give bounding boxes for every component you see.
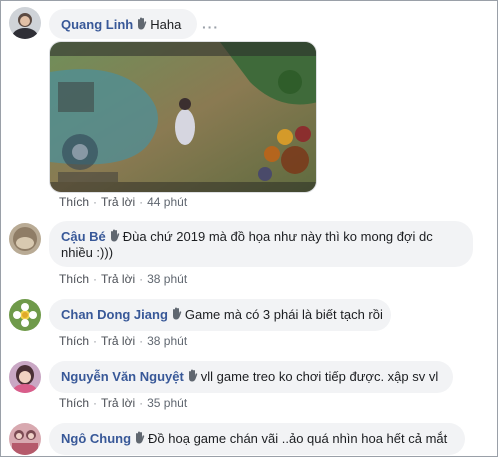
avatar[interactable] <box>9 423 41 455</box>
comment-text: Haha <box>150 17 182 32</box>
separator: · <box>139 334 144 348</box>
timestamp[interactable]: 38 phút <box>147 272 187 286</box>
comment-actions: Thích · Trả lời · 44 phút <box>59 195 187 209</box>
wave-hand-icon <box>171 307 182 320</box>
separator: · <box>139 272 144 286</box>
more-options-icon[interactable]: ··· <box>202 19 219 35</box>
like-link[interactable]: Thích <box>59 272 89 286</box>
avatar[interactable] <box>9 361 41 393</box>
like-link[interactable]: Thích <box>59 195 89 209</box>
comment-actions: Thích · Trả lời · 38 phút <box>59 334 187 348</box>
commenter-name[interactable]: Ngô Chung <box>61 431 131 446</box>
comment-chan-dong-jiang: Chan Dong Jiang Game mà có 3 phái là biết… <box>9 299 493 354</box>
wave-hand-icon <box>109 229 120 242</box>
separator: · <box>139 396 144 410</box>
commenter-name[interactable]: Cậu Bé <box>61 229 106 244</box>
avatar[interactable] <box>9 7 41 39</box>
reply-link[interactable]: Trả lời <box>101 334 135 348</box>
commenter-name[interactable]: Chan Dong Jiang <box>61 307 168 322</box>
comment-cau-be: Cậu Bé Đùa chứ 2019 mà đồ họa như này thì… <box>9 221 493 291</box>
reply-link[interactable]: Trả lời <box>101 272 135 286</box>
separator: · <box>93 195 98 209</box>
avatar[interactable] <box>9 223 41 255</box>
commenter-name[interactable]: Quang Linh <box>61 17 133 32</box>
comment-quang-linh: Quang Linh Haha ··· Thích · Trả lời · 44… <box>9 7 493 209</box>
comment-bubble: Chan Dong Jiang Game mà có 3 phái là biết… <box>49 299 391 331</box>
separator: · <box>93 334 98 348</box>
comment-text-continued: nhiều :))) <box>61 245 114 260</box>
comment-text: Đùa chứ 2019 mà đồ họa như này thì ko mo… <box>122 229 433 244</box>
comment-bubble: Cậu Bé Đùa chứ 2019 mà đồ họa như này thì… <box>49 221 473 267</box>
separator: · <box>139 195 144 209</box>
comment-text: Game mà có 3 phái là biết tạch rồi <box>184 307 383 322</box>
wave-hand-icon <box>136 17 147 30</box>
timestamp[interactable]: 38 phút <box>147 334 187 348</box>
comment-actions: Thích · Trả lời · 38 phút <box>59 272 187 286</box>
reply-link[interactable]: Trả lời <box>101 396 135 410</box>
comment-nguyen-van-nguyet: Nguyễn Văn Nguyệt vll game treo ko chơi t… <box>9 361 493 416</box>
wave-hand-icon <box>134 431 145 444</box>
game-screenshot-image[interactable] <box>49 41 317 193</box>
timestamp[interactable]: 35 phút <box>147 396 187 410</box>
comment-bubble: Nguyễn Văn Nguyệt vll game treo ko chơi t… <box>49 361 453 393</box>
wave-hand-icon <box>187 369 198 382</box>
comment-text: vll game treo ko chơi tiếp được. xập sv … <box>200 369 439 384</box>
avatar[interactable] <box>9 299 41 331</box>
like-link[interactable]: Thích <box>59 396 89 410</box>
separator: · <box>93 396 98 410</box>
comment-ngo-chung: Ngô Chung Đồ hoạ game chán vãi ..ảo quá n… <box>9 423 493 457</box>
comment-bubble: Ngô Chung Đồ hoạ game chán vãi ..ảo quá n… <box>49 423 465 455</box>
comment-bubble: Quang Linh Haha <box>49 9 197 39</box>
comment-text: Đồ hoạ game chán vãi ..ảo quá nhìn hoa h… <box>148 431 448 446</box>
commenter-name[interactable]: Nguyễn Văn Nguyệt <box>61 369 184 384</box>
like-link[interactable]: Thích <box>59 334 89 348</box>
reply-link[interactable]: Trả lời <box>101 195 135 209</box>
timestamp[interactable]: 44 phút <box>147 195 187 209</box>
separator: · <box>93 272 98 286</box>
comment-actions: Thích · Trả lời · 35 phút <box>59 396 187 410</box>
